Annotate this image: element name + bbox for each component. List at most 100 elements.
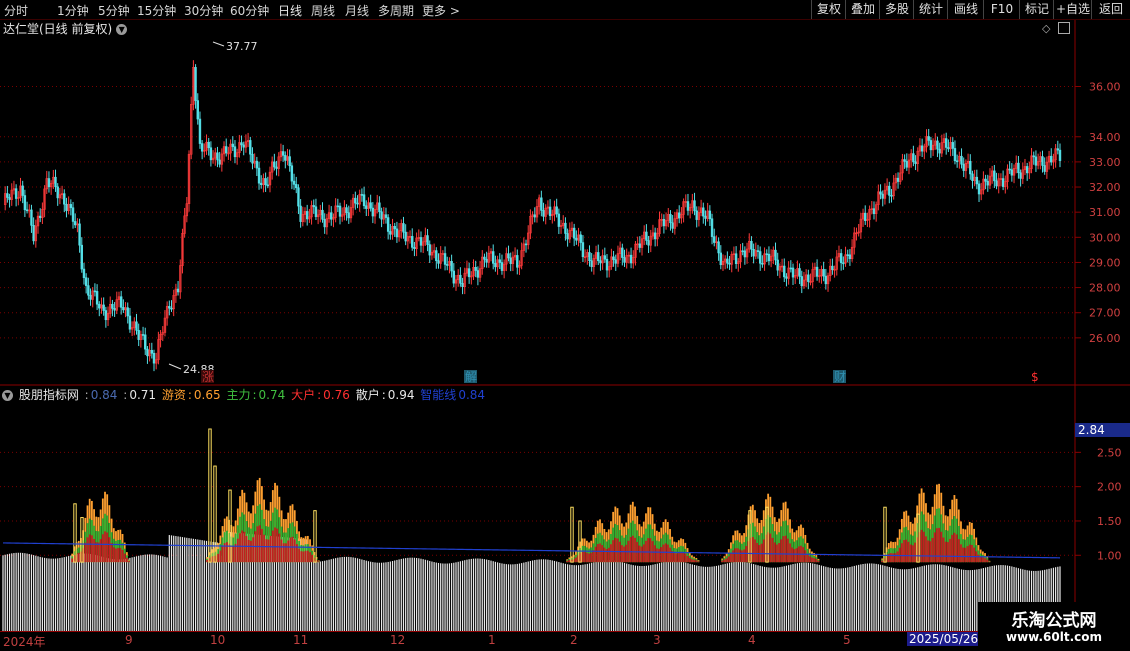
candle-body [198,118,202,144]
sanhu-bar [656,563,658,631]
candle-body [122,307,125,311]
f10-button[interactable]: F10 [983,0,1020,19]
diamond-icon[interactable]: ◇ [1042,22,1050,35]
add-favorite-button[interactable]: +自选 [1053,0,1092,19]
youzi-bar [636,515,639,563]
zhuli-bar [806,548,809,563]
sanhu-bar [908,568,910,631]
dahu-bar [95,542,98,563]
candle-body [295,184,298,189]
dahu-bar [252,537,255,563]
youzi-bar [84,517,87,563]
dahu-bar [627,540,630,563]
youzi-bar [675,542,678,563]
price-tick-label: 30.00 [1089,231,1121,244]
zhuli-bar [911,535,914,563]
candle-body [809,281,812,283]
panel-toggle-icon[interactable] [1058,22,1070,34]
youzi-bar [230,524,233,563]
period-60min[interactable]: 60分钟 [230,2,269,19]
candle-body [133,321,136,328]
candle-body [371,207,375,217]
candle-body [187,153,191,205]
period-weekly[interactable]: 周线 [311,2,335,19]
youzi-bar [306,535,309,563]
candle-body [721,260,725,266]
candle-body [244,141,248,148]
dahu-bar [890,553,892,563]
zhuli-bar [784,520,787,563]
period-15min[interactable]: 15分钟 [137,2,176,19]
dahu-bar [263,534,265,563]
candle-body [347,212,350,219]
candle-body [126,307,129,317]
sanhu-bar [763,566,766,631]
statistics-button[interactable]: 统计 [913,0,948,19]
zhuli-bar [747,529,750,563]
zhuli-bar [302,545,305,563]
youzi-bar [723,556,726,563]
sanhu-bar [925,565,928,631]
mark-button[interactable]: 标记 [1019,0,1054,19]
dahu-bar [951,534,954,563]
zhuli-bar [634,523,636,563]
sanhu-bar [350,557,352,631]
youzi-bar [280,510,283,563]
period-monthly[interactable]: 月线 [345,2,369,19]
dahu-bar [106,532,109,563]
candle-body [200,143,204,152]
candle-body [533,214,536,218]
period-5min[interactable]: 5分钟 [98,2,130,19]
candle-body [349,207,353,219]
kline-chart[interactable]: 36.0034.0033.0032.0031.0030.0029.0028.00… [0,0,1130,650]
dahu-bar [296,544,298,563]
annotations: 37.7724.88涨解财 $ [168,40,1043,384]
youzi-bar [971,522,973,563]
back-button[interactable]: 返回 [1091,0,1130,19]
youzi-bar [669,529,671,563]
candle-body [909,153,913,161]
draw-line-button[interactable]: 画线 [947,0,984,19]
candle-body [857,231,860,234]
period-daily[interactable]: 日线 [278,2,302,19]
sanhu-bar [661,562,663,631]
sanhu-bar [956,568,958,631]
candle-body [157,339,160,361]
sanhu-bar [523,562,525,631]
period-multi[interactable]: 多周期 [378,2,414,19]
candle-body [936,140,939,150]
youzi-bar [258,477,261,563]
indicator-price-badge: 2.84 [1075,423,1130,437]
chevron-down-icon[interactable]: ▼ [116,24,128,35]
candle-body [154,359,158,364]
period-1min[interactable]: 1分钟 [57,2,89,19]
sanhu-bar [33,555,35,631]
sanhu-bar [22,552,24,631]
zhuli-bar [258,504,261,563]
youzi-bar [881,558,884,563]
candle-body [524,243,528,246]
candle-body [942,138,946,143]
period-30min[interactable]: 30分钟 [184,2,223,19]
overlay-button[interactable]: 叠加 [845,0,880,19]
candle-body [518,264,521,268]
candle-body [653,232,657,240]
candle-body [1021,169,1024,179]
candle-body [303,211,307,215]
sanhu-bar [89,554,92,631]
zhuli-bar [640,537,643,563]
sanhu-bar [26,553,28,631]
youzi-bar [745,525,748,563]
sanhu-bar [96,555,98,631]
multi-stock-button[interactable]: 多股 [879,0,914,19]
legend-dahu-value: 0.76 [323,388,350,402]
period-fenshi[interactable]: 分时 [4,2,28,19]
dahu-bar [125,557,128,563]
period-more[interactable]: 更多 > [422,2,460,19]
candle-body [557,213,561,227]
candle-body [839,253,843,264]
candle-body [376,202,379,210]
fuquan-button[interactable]: 复权 [811,0,846,19]
price-tick-label: 33.00 [1089,156,1121,169]
chevron-down-icon[interactable]: ▼ [2,390,13,401]
